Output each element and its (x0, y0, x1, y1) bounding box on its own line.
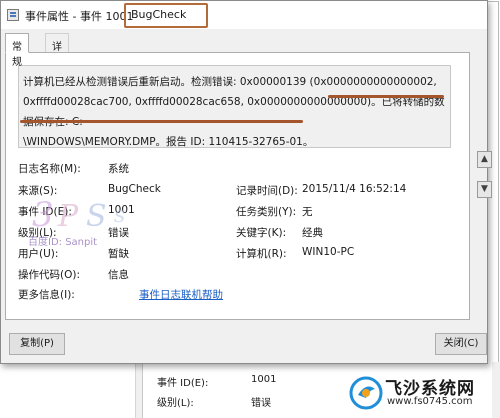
computer-label: 计算机(R): (236, 248, 287, 260)
keywords-value: 经典 (302, 227, 323, 239)
event-description[interactable]: 计算机已经从检测错误后重新启动。检测错误: 0x00000139 (0x0000… (18, 65, 451, 148)
next-event-button[interactable]: ▼ (477, 181, 492, 198)
event-viewer-icon (7, 9, 19, 21)
bg-event-id-value: 1001 (251, 374, 277, 385)
annotation-underline-1 (328, 95, 444, 98)
tab-details[interactable]: 详细信息 (45, 33, 69, 98)
close-button[interactable]: 关闭(C) (435, 333, 487, 355)
bg-level-value: 错误 (251, 398, 271, 409)
task-category-label: 任务类别(Y): (236, 206, 297, 218)
site-logo-url: www.fs0745.com (387, 396, 473, 407)
description-line-3: \WINDOWS\MEMORY.DMP。报告 ID: 110415-32765-… (23, 136, 314, 148)
keywords-label: 关键字(K): (236, 227, 287, 239)
more-info-label: 更多信息(I): (18, 289, 75, 301)
site-logo-icon (349, 376, 383, 410)
title-annotation-box (124, 3, 208, 28)
tab-general[interactable]: 常规 (5, 33, 29, 68)
opcode-value: 信息 (108, 269, 129, 281)
computer-value: WIN10-PC (302, 246, 355, 258)
svg-text:s: s (114, 203, 125, 228)
bg-event-id-label: 事件 ID(E): (157, 378, 209, 389)
site-logo: 飞沙系统网 www.fs0745.com (347, 372, 497, 416)
description-line-2: 0xffffd00028cac700, 0xffffd00028cac658, … (23, 96, 445, 128)
copy-button[interactable]: 复制(P) (9, 333, 65, 355)
log-name-value: 系统 (108, 163, 129, 175)
background-tree-pane (0, 362, 136, 418)
event-log-online-help-link[interactable]: 事件日志联机帮助 (139, 287, 223, 302)
svg-text:P: P (57, 199, 79, 234)
logged-value: 2015/11/4 16:52:14 (302, 183, 407, 195)
bg-level-label: 级别(L): (157, 398, 194, 409)
description-line-1: 计算机已经从检测错误后重新启动。检测错误: 0x00000139 (0x0000… (23, 76, 437, 88)
general-tab-pane: 计算机已经从检测错误后重新启动。检测错误: 0x00000139 (0x0000… (5, 52, 470, 320)
svg-text:S: S (86, 199, 107, 234)
logged-label: 记录时间(D): (236, 185, 298, 197)
opcode-label: 操作代码(O): (18, 269, 80, 281)
event-properties-dialog: 事件属性 - 事件 1001 BugCheck 常规 详细信息 计算机已经从检测… (0, 0, 492, 364)
watermark-text: 百度ID: Sanpit (28, 237, 98, 248)
annotation-underline-2 (20, 120, 303, 123)
svg-text:3: 3 (32, 195, 54, 235)
previous-event-button[interactable]: ▲ (477, 151, 492, 168)
title-bar[interactable]: 事件属性 - 事件 1001 BugCheck (1, 1, 487, 29)
task-category-value: 无 (302, 206, 313, 218)
dialog-title: 事件属性 - 事件 1001 (25, 10, 134, 23)
log-name-label: 日志名称(M): (18, 163, 81, 175)
